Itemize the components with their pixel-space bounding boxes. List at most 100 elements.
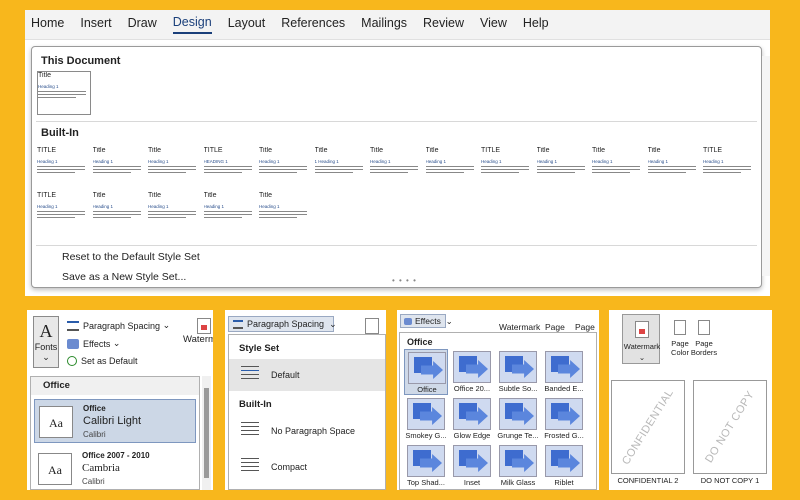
effect-tile-label: Top Shad...	[407, 478, 445, 487]
effect-tile-banded-e[interactable]: Banded E...	[542, 349, 586, 395]
tab-draw[interactable]: Draw	[128, 16, 157, 33]
style-thumb[interactable]: TITLE HEADING 1	[203, 147, 258, 191]
page-borders-label: Page Borders	[690, 339, 718, 357]
page-label[interactable]: Page	[575, 322, 595, 332]
effect-tile-milk-glass[interactable]: Milk Glass	[496, 443, 540, 489]
no-space-icon	[241, 422, 259, 438]
thumb-line	[536, 166, 585, 167]
style-thumb[interactable]: TITLE Heading 1	[481, 147, 535, 191]
thumb-line	[37, 214, 85, 215]
chevron-down-icon: ⌄	[638, 353, 646, 362]
style-thumb[interactable]: TITLE Heading 1	[703, 147, 757, 191]
style-thumb[interactable]: Title Heading 1	[425, 147, 480, 191]
style-thumb[interactable]: Title Heading 1	[370, 147, 424, 191]
tab-layout[interactable]: Layout	[228, 16, 266, 33]
style-thumb[interactable]: TITLE Heading 1	[37, 192, 91, 236]
thumb-line	[481, 169, 529, 170]
tab-references[interactable]: References	[281, 16, 345, 33]
spacing-option-default[interactable]: Default	[229, 359, 385, 391]
thumb-title: Title	[203, 192, 217, 199]
tab-home[interactable]: Home	[31, 16, 64, 33]
tab-design[interactable]: Design	[172, 15, 212, 34]
style-thumb[interactable]: Title Heading 1	[92, 192, 147, 236]
page-borders-button[interactable]: Page Borders	[687, 314, 721, 364]
font-option-office[interactable]: Aa Office Calibri Light Calibri	[34, 399, 196, 443]
spacing-option-no-paragraph-space[interactable]: No Paragraph Space	[229, 415, 385, 447]
style-thumb[interactable]: Title Heading 1	[259, 192, 313, 236]
effect-tile-grunge-te[interactable]: Grunge Te...	[496, 396, 540, 442]
set-as-default-button[interactable]: Set as Default	[67, 356, 138, 366]
save-new-style-set-command[interactable]: Save as a New Style Set...	[62, 271, 186, 283]
watermark-label[interactable]: Watermark	[499, 322, 540, 332]
tab-review[interactable]: Review	[423, 16, 464, 33]
style-thumb[interactable]: Title Heading 1	[148, 192, 202, 236]
right-scrollbar[interactable]	[762, 56, 770, 276]
thumb-line	[92, 214, 141, 215]
effect-tile-office[interactable]: Office	[404, 349, 448, 395]
style-thumb-this-document[interactable]: Title Heading 1	[37, 71, 91, 115]
effects-dropdown-button[interactable]: Effects ⌄	[400, 314, 453, 328]
effects-gallery: Office Office Office 20... Subtle So... Ban…	[399, 332, 597, 490]
thumb-heading: Heading 1	[592, 159, 613, 164]
spacing-option-compact[interactable]: Compact	[229, 451, 385, 483]
tab-insert[interactable]: Insert	[80, 16, 111, 33]
tab-help[interactable]: Help	[523, 16, 549, 33]
style-thumb[interactable]: Title Heading 1	[259, 147, 313, 191]
fonts-dropdown-scrollbar[interactable]	[202, 376, 211, 490]
tab-mailings[interactable]: Mailings	[361, 16, 407, 33]
effects-icon	[67, 338, 79, 349]
effect-preview-icon	[453, 351, 491, 383]
effect-tile-top-shad[interactable]: Top Shad...	[404, 443, 448, 489]
thumb-line	[92, 166, 141, 167]
reset-default-style-set-command[interactable]: Reset to the Default Style Set	[62, 251, 200, 263]
thumb-heading: Heading 1	[92, 159, 114, 164]
scrollbar-thumb[interactable]	[204, 388, 209, 478]
fonts-icon: A	[39, 321, 53, 341]
effect-tile-subtle-so[interactable]: Subtle So...	[496, 349, 540, 395]
thumb-line	[203, 214, 252, 215]
thumb-line	[647, 166, 696, 167]
style-set-header: Style Set	[239, 343, 280, 354]
effect-tile-smokey-g[interactable]: Smokey G...	[404, 396, 448, 442]
style-thumb[interactable]: Title Heading 1	[647, 147, 702, 191]
thumb-heading: Heading 1	[703, 159, 724, 164]
spacing-option-label: No Paragraph Space	[271, 426, 356, 436]
style-thumb[interactable]: Title Heading 1	[536, 147, 591, 191]
effect-tile-riblet[interactable]: Riblet	[542, 443, 586, 489]
watermark-label-cut[interactable]: Waterm	[183, 334, 213, 345]
thumb-line	[592, 172, 630, 173]
page-label[interactable]: Page	[545, 322, 565, 332]
thumb-line	[37, 217, 75, 218]
thumb-title: TITLE	[37, 192, 57, 199]
watermark-button[interactable]: Watermark ⌄	[622, 314, 660, 364]
style-thumb[interactable]: TITLE Heading 1	[37, 147, 91, 191]
effect-tile-office-20[interactable]: Office 20...	[450, 349, 494, 395]
style-thumb[interactable]: Title Heading 1	[203, 192, 258, 236]
effects-button[interactable]: Effects ⌄	[67, 338, 120, 349]
font-option-office-2007[interactable]: Aa Office 2007 - 2010 Cambria Calibri	[34, 447, 196, 490]
thumb-line	[536, 172, 575, 173]
paragraph-spacing-button[interactable]: Paragraph Spacing ⌄	[67, 320, 170, 331]
style-thumb[interactable]: Title Heading 1	[148, 147, 202, 191]
chevron-down-icon: ⌄	[443, 316, 453, 326]
watermark-sample-do-not-copy[interactable]: DO NOT COPY	[693, 380, 767, 474]
ribbon-tab-bar: Home Insert Draw Design Layout References Mail…	[25, 10, 770, 40]
thumb-line	[314, 172, 353, 173]
effect-preview-icon	[545, 398, 583, 430]
tab-view[interactable]: View	[480, 16, 507, 33]
effect-tile-inset[interactable]: Inset	[450, 443, 494, 489]
thumb-heading: Heading 1	[370, 159, 391, 164]
style-thumb[interactable]: Title 1 Heading 1	[314, 147, 369, 191]
effect-preview-icon	[408, 352, 446, 384]
watermark-label: Watermark	[623, 342, 661, 351]
resize-handle[interactable]: • • • •	[392, 276, 417, 285]
watermark-sample-confidential[interactable]: CONFIDENTIAL	[611, 380, 685, 474]
effect-tile-glow-edge[interactable]: Glow Edge	[450, 396, 494, 442]
fonts-button[interactable]: A Fonts ⌄	[33, 316, 59, 368]
paragraph-spacing-dropdown-button[interactable]: Paragraph Spacing ⌄	[228, 316, 337, 332]
style-thumb[interactable]: Title Heading 1	[92, 147, 147, 191]
thumb-line	[703, 166, 751, 167]
style-thumb[interactable]: Title Heading 1	[592, 147, 646, 191]
effect-tile-frosted-g[interactable]: Frosted G...	[542, 396, 586, 442]
spacing-option-label: Compact	[271, 462, 308, 472]
